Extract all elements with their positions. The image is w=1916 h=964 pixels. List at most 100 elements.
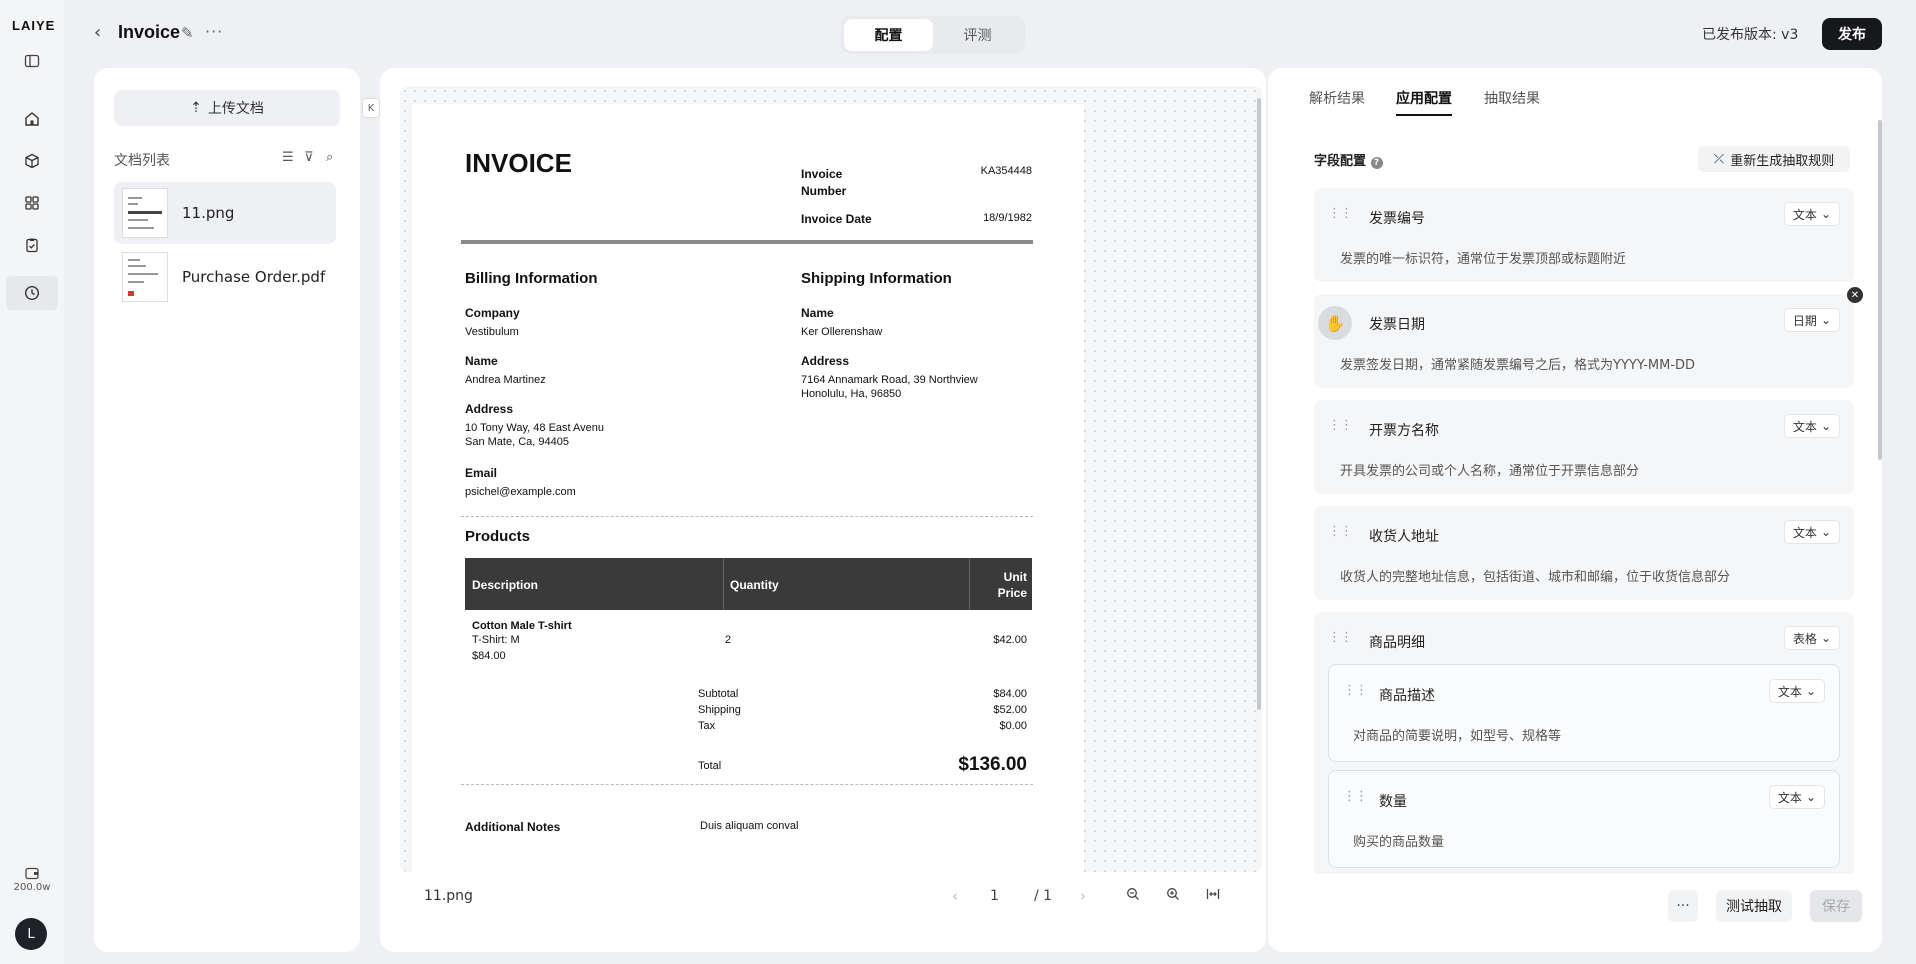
list-item[interactable]: Purchase Order.pdf	[114, 246, 336, 308]
shipping-label: Shipping	[698, 704, 741, 716]
collapse-icon[interactable]: K	[362, 98, 380, 118]
home-icon[interactable]	[19, 106, 45, 132]
type-select[interactable]: 文本 ⌄	[1783, 414, 1840, 438]
subfield-card[interactable]: ⋮⋮ 数量 文本 ⌄ 购买的商品数量	[1328, 770, 1840, 868]
upload-button[interactable]: ⇡ 上传文档	[114, 90, 340, 126]
tax-value: $0.00	[999, 720, 1027, 732]
mode-switch: 配置 评测	[841, 16, 1025, 54]
fit-width-icon[interactable]	[1206, 887, 1220, 905]
field-card[interactable]: ⋮⋮ 开票方名称 文本 ⌄ 开具发票的公司或个人名称，通常位于开票信息部分	[1314, 400, 1854, 494]
sidebar: LAIYE 200.0w L	[0, 0, 64, 964]
edit-icon[interactable]: ✎	[181, 24, 194, 42]
tab-parse-results[interactable]: 解析结果	[1309, 88, 1365, 108]
drag-handle-icon[interactable]: ⋮⋮	[1328, 524, 1353, 539]
field-name: 数量	[1379, 794, 1407, 810]
panel-toggle-icon[interactable]	[19, 48, 45, 74]
back-icon[interactable]: ‹	[94, 22, 101, 43]
tab-evaluate[interactable]: 评测	[933, 19, 1022, 51]
document-panel: ⇡ 上传文档 文档列表 ☰ ⊽ ⌕ 11.png Purchase Order.p…	[94, 68, 360, 952]
prev-page-icon[interactable]: ‹	[952, 887, 958, 905]
type-select[interactable]: 文本 ⌄	[1783, 520, 1840, 544]
notes-label: Additional Notes	[465, 820, 561, 834]
billing-address-label: Address	[465, 402, 514, 416]
type-select[interactable]: 文本 ⌄	[1768, 785, 1825, 809]
more-icon[interactable]: ···	[205, 22, 223, 41]
shipping-title: Shipping Information	[801, 270, 952, 287]
divider	[969, 558, 970, 610]
avatar[interactable]: L	[15, 918, 47, 950]
search-icon[interactable]: ⌕	[326, 150, 333, 165]
item-subtotal: $84.00	[472, 650, 506, 662]
subfield-card[interactable]: ⋮⋮ 商品描述 文本 ⌄ 对商品的简要说明，如型号、规格等	[1328, 664, 1840, 762]
field-card[interactable]: ⋮⋮ 发票编号 文本 ⌄ 发票的唯一标识符，通常位于发票顶部或标题附近	[1314, 188, 1854, 282]
invoice-page: INVOICE Invoice Number KA354448 Invoice …	[412, 104, 1084, 872]
grid-icon[interactable]	[19, 190, 45, 216]
regenerate-rules-button[interactable]: ⤫ 重新生成抽取规则	[1698, 146, 1850, 172]
drag-handle-icon[interactable]: ⋮⋮	[1328, 418, 1353, 433]
more-actions-button[interactable]: ···	[1668, 890, 1698, 922]
field-card[interactable]: ✋ 发票日期 日期 ⌄ 发票签发日期，通常紧随发票编号之后，格式为YYYY-MM-…	[1314, 294, 1854, 388]
tab-config[interactable]: 配置	[844, 19, 933, 51]
total-value: $136.00	[958, 754, 1027, 775]
page-input[interactable]: 1	[990, 888, 999, 904]
next-page-icon[interactable]: ›	[1080, 887, 1086, 905]
subtotal-value: $84.00	[993, 688, 1027, 700]
hand-cursor-icon: ✋	[1318, 306, 1352, 340]
notes-text: Duis aliquam conval	[700, 820, 799, 832]
billing-address-line2: San Mate, Ca, 94405	[465, 436, 569, 448]
field-description: 发票的唯一标识符，通常位于发票顶部或标题附近	[1340, 252, 1627, 267]
publish-button[interactable]: 发布	[1822, 18, 1882, 50]
logo: LAIYE	[12, 18, 56, 33]
divider	[461, 516, 1033, 517]
type-select[interactable]: 表格 ⌄	[1783, 626, 1840, 650]
column-description: Description	[472, 578, 539, 592]
drag-handle-icon[interactable]: ⋮⋮	[1343, 789, 1368, 804]
drag-handle-icon[interactable]: ⋮⋮	[1328, 206, 1353, 221]
active-tab-indicator	[1396, 114, 1452, 116]
scrollbar[interactable]	[1257, 98, 1261, 710]
type-select[interactable]: 文本 ⌄	[1783, 202, 1840, 226]
close-icon[interactable]: ✕	[1847, 287, 1863, 303]
zoom-in-icon[interactable]	[1166, 887, 1180, 905]
test-extract-button[interactable]: 测试抽取	[1716, 890, 1792, 922]
list-item[interactable]: 11.png	[114, 182, 336, 244]
config-panel: 解析结果 应用配置 抽取结果 字段配置 ? ⤫ 重新生成抽取规则 ⋮⋮ 发票编号 …	[1268, 68, 1882, 952]
item-quantity: 2	[725, 634, 732, 646]
clock-icon[interactable]	[6, 276, 58, 310]
document-list-title: 文档列表	[114, 153, 170, 169]
type-select[interactable]: 文本 ⌄	[1768, 679, 1825, 703]
clipboard-icon[interactable]	[19, 232, 45, 258]
list-check-icon[interactable]: ☰	[282, 150, 294, 165]
scrollbar[interactable]	[1878, 120, 1882, 460]
document-name: 11.png	[182, 204, 235, 222]
invoice-heading: INVOICE	[465, 148, 572, 178]
shipping-address-line1: 7164 Annamark Road, 39 Northview	[801, 374, 978, 386]
field-config-title: 字段配置 ?	[1314, 150, 1383, 169]
chevron-down-icon: ⌄	[1820, 313, 1831, 327]
wand-off-icon: ⤫	[1713, 151, 1725, 167]
chevron-down-icon: ⌄	[1805, 790, 1816, 804]
filter-icon[interactable]: ⊽	[304, 150, 314, 165]
field-name: 商品描述	[1379, 688, 1435, 704]
tax-label: Tax	[698, 720, 716, 732]
type-select[interactable]: 日期 ⌄	[1783, 308, 1840, 332]
page-title: Invoice	[118, 22, 181, 42]
invoice-number-label: Invoice Number	[801, 167, 847, 198]
invoice-date: 18/9/1982	[983, 212, 1032, 224]
shipping-address-line2: Honolulu, Ha, 96850	[801, 388, 902, 400]
tab-extract-results[interactable]: 抽取结果	[1484, 88, 1540, 108]
field-card[interactable]: ⋮⋮ 收货人地址 文本 ⌄ 收货人的完整地址信息，包括街道、城市和邮编，位于收货信…	[1314, 506, 1854, 600]
help-icon[interactable]: ?	[1370, 157, 1383, 169]
billing-title: Billing Information	[465, 270, 598, 287]
drag-handle-icon[interactable]: ⋮⋮	[1328, 630, 1353, 645]
document-canvas[interactable]: INVOICE Invoice Number KA354448 Invoice …	[400, 86, 1262, 872]
billing-email-label: Email	[465, 466, 498, 480]
divider	[461, 240, 1033, 244]
total-label: Total	[698, 760, 722, 772]
cube-icon[interactable]	[19, 148, 45, 174]
document-thumbnail	[122, 188, 168, 238]
tab-app-config[interactable]: 应用配置	[1396, 88, 1452, 108]
drag-handle-icon[interactable]: ⋮⋮	[1343, 683, 1368, 698]
save-button[interactable]: 保存	[1810, 890, 1862, 922]
zoom-out-icon[interactable]	[1126, 887, 1140, 905]
